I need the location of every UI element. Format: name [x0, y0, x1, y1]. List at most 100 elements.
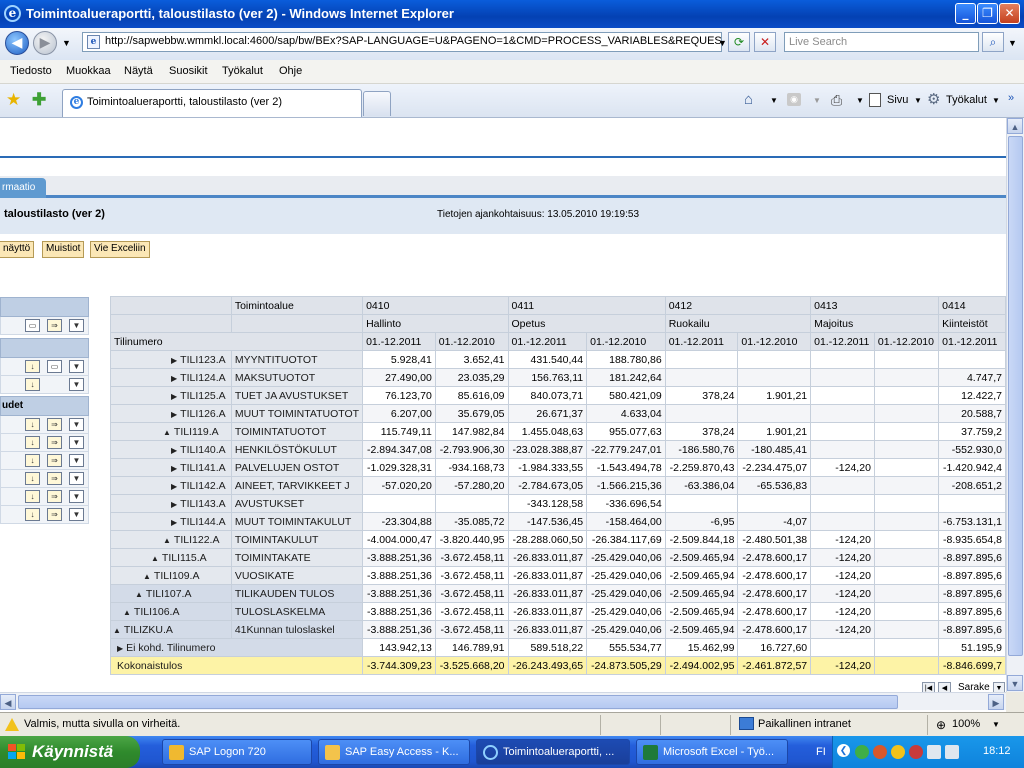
print-dropdown-icon[interactable]: ▼	[856, 96, 864, 105]
close-button[interactable]: ✕	[999, 3, 1020, 24]
swap-axis-icon[interactable]: ⇒	[47, 454, 62, 467]
filter-icon[interactable]: ▼	[69, 360, 84, 373]
menu-view[interactable]: Näytä	[124, 65, 153, 77]
swap-axis-icon[interactable]: ⇒	[47, 508, 62, 521]
menu-favorites[interactable]: Suosikit	[169, 65, 208, 77]
column-name-header[interactable]: Hallinto	[362, 314, 509, 333]
account-code-cell[interactable]: ▶ TILI142.A	[110, 476, 232, 495]
column-code-header[interactable]: 0410	[362, 296, 509, 315]
task-sap-logon[interactable]: SAP Logon 720	[162, 739, 312, 765]
restore-button[interactable]: ❐	[977, 3, 998, 24]
new-tab-button[interactable]	[363, 91, 391, 116]
home-icon[interactable]: ⌂	[744, 91, 753, 108]
stop-icon[interactable]: ✕	[754, 32, 776, 52]
drilldown-icon[interactable]: ↓	[25, 490, 40, 503]
horizontal-scrollbar[interactable]: ◀ ▶	[0, 692, 1006, 710]
expand-icon[interactable]: ▶	[171, 374, 177, 383]
account-code-cell[interactable]: ▲ TILI106.A	[110, 602, 232, 621]
filter-icon[interactable]: ▼	[69, 436, 84, 449]
tools-menu[interactable]: Työkalut	[946, 94, 987, 106]
column-code-header[interactable]: 0414	[938, 296, 1006, 315]
column-name-header[interactable]: Ruokailu	[664, 314, 812, 333]
expand-icon[interactable]: ▶	[171, 446, 177, 455]
swap-axis-icon[interactable]: ⇒	[47, 436, 62, 449]
tray-icon-3[interactable]	[891, 745, 905, 759]
scroll-up-icon[interactable]: ▲	[1007, 118, 1023, 134]
scroll-left-icon[interactable]: ◀	[0, 694, 16, 710]
horizontal-scroll-thumb[interactable]	[18, 695, 898, 709]
back-arrow-icon[interactable]: ◀	[5, 31, 29, 55]
filter-value-icon[interactable]: ▭	[25, 319, 40, 332]
notes-button[interactable]: Muistiot	[42, 241, 85, 258]
tray-icon-1[interactable]	[855, 745, 869, 759]
clock[interactable]: 18:12	[983, 745, 1011, 757]
expand-icon[interactable]: ▶	[171, 482, 177, 491]
account-code-cell[interactable]: ▶ TILI123.A	[110, 350, 232, 369]
expand-icon[interactable]: ▶	[171, 356, 177, 365]
tab-active[interactable]: e Toimintoalueraportti, taloustilasto (v…	[62, 89, 362, 117]
expand-icon[interactable]: ▶	[171, 500, 177, 509]
collapse-icon[interactable]: ▲	[163, 428, 171, 437]
column-name-header[interactable]: Majoitus	[810, 314, 940, 333]
swap-axis-icon[interactable]: ⇒	[47, 418, 62, 431]
column-code-header[interactable]: 0413	[810, 296, 940, 315]
view-button[interactable]: näyttö	[0, 241, 35, 258]
unassigned-label-cell[interactable]: ▶ Ei kohd. Tilinumero	[109, 638, 364, 657]
account-code-cell[interactable]: ▲ TILI109.A	[110, 566, 232, 585]
drilldown-icon[interactable]: ↓	[25, 418, 40, 431]
dimension-label[interactable]: Toimintoalue	[230, 296, 364, 315]
expand-icon[interactable]: ▶	[171, 464, 177, 473]
rss-dropdown-icon[interactable]: ▼	[813, 96, 821, 105]
collapse-icon[interactable]: ▲	[123, 608, 131, 617]
window-titlebar[interactable]: e Toimintoalueraportti, taloustilasto (v…	[0, 0, 1024, 28]
warning-icon[interactable]	[5, 718, 19, 731]
search-options-icon[interactable]: ▼	[1008, 38, 1017, 48]
drilldown-icon[interactable]: ↓	[25, 436, 40, 449]
drilldown-icon[interactable]: ↓	[25, 454, 40, 467]
filter-icon[interactable]: ▼	[69, 319, 84, 332]
column-code-header[interactable]: 0411	[507, 296, 666, 315]
page-menu[interactable]: Sivu	[887, 94, 908, 106]
collapse-icon[interactable]: ▲	[151, 554, 159, 563]
search-icon[interactable]: ⌕	[982, 32, 1004, 52]
expand-icon[interactable]: ▶	[171, 392, 177, 401]
account-code-cell[interactable]: ▶ TILI143.A	[110, 494, 232, 513]
swap-axis-icon[interactable]: ⇒	[47, 319, 62, 332]
scroll-down-icon[interactable]: ▼	[1007, 675, 1023, 691]
account-code-cell[interactable]: ▶ TILI126.A	[110, 404, 232, 423]
row-dimension-label[interactable]: Tilinumero	[109, 332, 364, 351]
print-icon[interactable]: ⎙	[831, 92, 842, 109]
export-excel-button[interactable]: Vie Exceliin	[90, 241, 150, 258]
expand-icon[interactable]: ▶	[117, 644, 123, 653]
account-code-cell[interactable]: ▶ TILI141.A	[110, 458, 232, 477]
swap-axis-icon[interactable]: ⇒	[47, 472, 62, 485]
forward-arrow-icon[interactable]: ▶	[33, 31, 57, 55]
address-dropdown-icon[interactable]: ▼	[718, 38, 727, 48]
vertical-scroll-thumb[interactable]	[1008, 136, 1023, 656]
info-tab[interactable]: rmaatio	[0, 178, 46, 198]
account-code-cell[interactable]: ▲ TILI122.A	[110, 530, 232, 549]
column-name-header[interactable]: Kiinteistöt	[938, 314, 1006, 333]
task-internet-explorer[interactable]: Toimintoalueraportti, ...	[476, 739, 630, 765]
account-code-cell[interactable]: ▶ TILI125.A	[110, 386, 232, 405]
zoom-level[interactable]: 100%	[952, 718, 980, 730]
account-code-cell[interactable]: ▶ TILI140.A	[110, 440, 232, 459]
account-code-cell[interactable]: ▶ TILI144.A	[110, 512, 232, 531]
chevron-right-icon[interactable]: »	[1008, 92, 1014, 104]
filter-icon[interactable]: ▼	[69, 472, 84, 485]
filter-icon[interactable]: ▼	[69, 378, 84, 391]
add-favorite-icon[interactable]: ✚	[32, 90, 46, 110]
collapse-icon[interactable]: ▲	[143, 572, 151, 581]
tray-icon-4[interactable]	[909, 745, 923, 759]
scroll-right-icon[interactable]: ▶	[988, 694, 1004, 710]
filter-icon[interactable]: ▼	[69, 508, 84, 521]
swap-axis-icon[interactable]: ⇒	[47, 490, 62, 503]
collapse-icon[interactable]: ▲	[163, 536, 171, 545]
account-code-cell[interactable]: ▶ TILI124.A	[110, 368, 232, 387]
rss-icon[interactable]: ◉	[787, 93, 801, 106]
filter-icon[interactable]: ▼	[69, 490, 84, 503]
vertical-scrollbar[interactable]: ▲ ▼	[1006, 118, 1024, 693]
filter-icon[interactable]: ▼	[69, 454, 84, 467]
zoom-dropdown-icon[interactable]: ▼	[992, 720, 1000, 729]
expand-icon[interactable]: ▶	[171, 410, 177, 419]
